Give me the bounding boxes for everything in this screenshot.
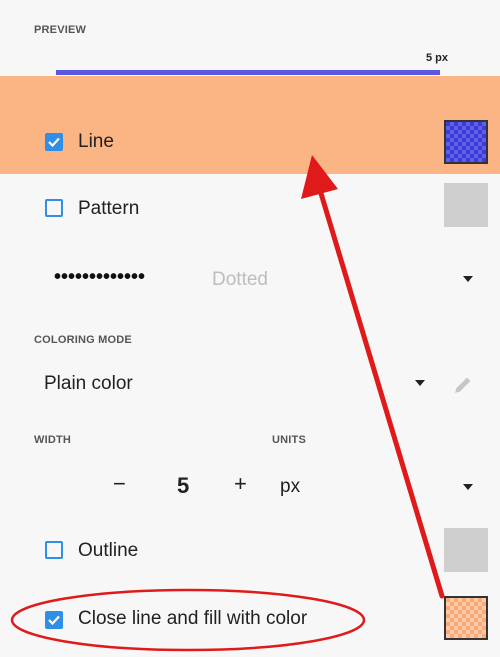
coloring-mode-label: COLORING MODE — [34, 334, 132, 346]
width-label: WIDTH — [34, 434, 72, 446]
outline-label: Outline — [78, 540, 139, 561]
line-row-highlight — [0, 76, 500, 174]
outline-checkbox[interactable] — [45, 541, 63, 559]
dotted-pattern-sample: ••••••••••••• — [54, 266, 146, 288]
width-increase-button[interactable]: + — [234, 471, 247, 497]
units-label: UNITS — [272, 434, 306, 446]
checkmark-icon — [48, 615, 60, 626]
line-color-swatch[interactable] — [444, 120, 488, 164]
preview-width-value: 5 px — [425, 52, 448, 64]
preview-label: PREVIEW — [34, 24, 87, 36]
line-label: Line — [78, 131, 114, 152]
pattern-select[interactable]: ••••••••••••• Dotted — [48, 262, 488, 296]
chevron-down-icon — [463, 484, 473, 490]
line-checkbox[interactable] — [45, 133, 63, 151]
pattern-color-swatch[interactable] — [444, 183, 488, 227]
width-value: 5 — [177, 473, 190, 498]
fill-label: Close line and fill with color — [78, 608, 308, 629]
units-value: px — [280, 476, 301, 497]
pattern-checkbox[interactable] — [45, 199, 63, 217]
chevron-down-icon — [415, 380, 425, 386]
pattern-label: Pattern — [78, 198, 140, 219]
width-decrease-button[interactable]: − — [113, 471, 126, 497]
outline-color-swatch[interactable] — [444, 528, 488, 572]
fill-checkbox[interactable] — [45, 611, 63, 629]
chevron-down-icon — [463, 276, 473, 282]
edit-pencil-icon[interactable] — [452, 374, 474, 401]
preview-line — [56, 70, 440, 75]
pattern-select-value: Dotted — [212, 269, 268, 290]
checkmark-icon — [48, 137, 60, 148]
fill-color-swatch[interactable] — [444, 596, 488, 640]
coloring-mode-select[interactable]: Plain color — [40, 366, 440, 402]
coloring-mode-value: Plain color — [44, 373, 133, 394]
units-select[interactable]: px — [270, 470, 488, 504]
